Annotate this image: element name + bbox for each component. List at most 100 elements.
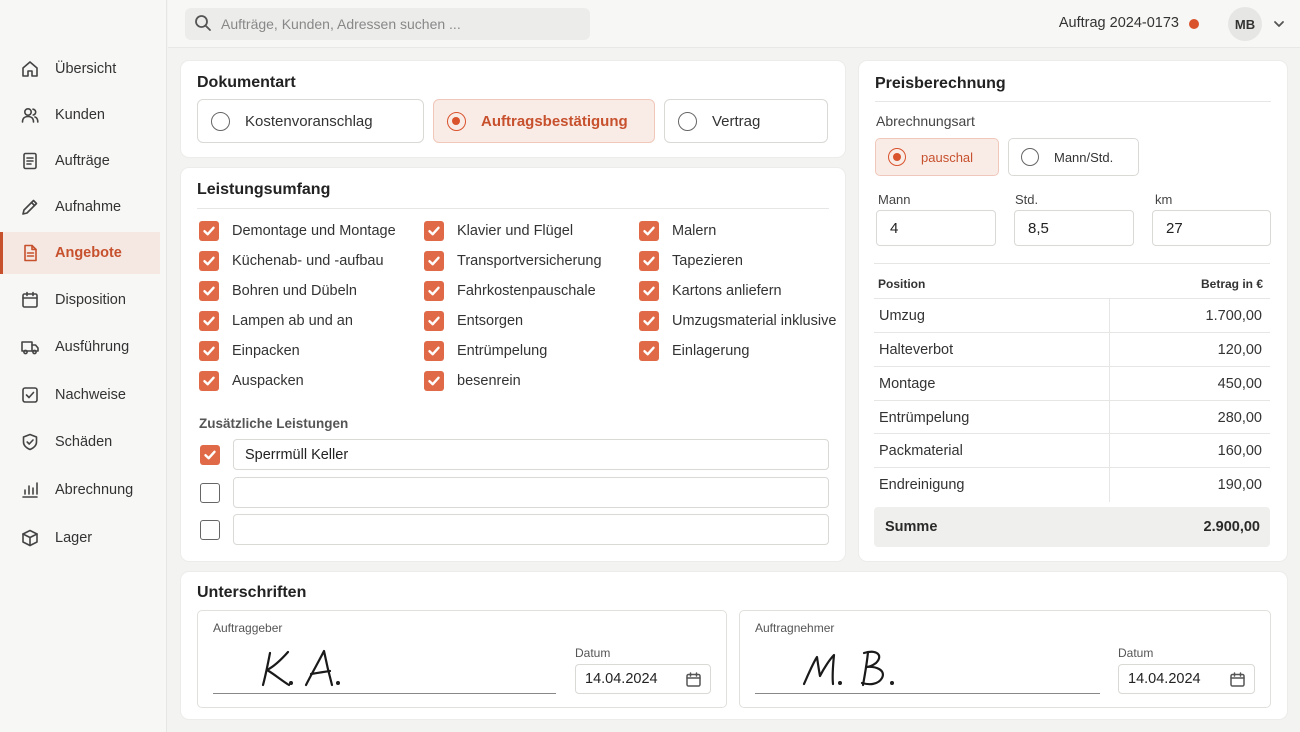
document-icon [20,151,40,171]
sidebar-item-ausfuehrung[interactable]: Ausführung [0,326,160,368]
row-amount: 190,00 [1217,477,1262,493]
table-row: Entrümpelung 280,00 [874,400,1270,435]
date-input-auftragnehmer[interactable]: 14.04.2024 [1118,664,1255,694]
table-row: Endreinigung 190,00 [874,467,1270,502]
checkbox-checked [639,221,659,241]
sidebar-item-lager[interactable]: Lager [0,517,160,559]
date-value: 14.04.2024 [585,671,658,687]
search-icon [194,14,212,35]
checkbox-malern[interactable]: Malern [639,221,716,241]
checkbox-checked [199,281,219,301]
mann-input[interactable] [876,210,996,246]
checkbox-entruempelung[interactable]: Entrümpelung [424,341,547,361]
additional-service-input-3[interactable] [233,514,829,545]
checkbox-lampen[interactable]: Lampen ab und an [199,311,353,331]
km-label: km [1155,192,1173,207]
checkbox-label: Transportversicherung [457,253,602,269]
checkbox-auspacken[interactable]: Auspacken [199,371,304,391]
additional-service-input-2[interactable] [233,477,829,508]
std-input[interactable] [1014,210,1134,246]
checkbox-klavier[interactable]: Klavier und Flügel [424,221,573,241]
date-input-auftraggeber[interactable]: 14.04.2024 [575,664,711,694]
row-amount: 120,00 [1217,342,1262,358]
home-icon [20,59,40,79]
additional-checkbox-1[interactable] [200,445,220,465]
divider [875,101,1271,102]
sidebar-item-label: Ausführung [55,339,130,355]
checkbox-checked [639,251,659,271]
signature-label: Auftraggeber [213,621,283,635]
checkbox-checked [199,341,219,361]
checkbox-checked [639,281,659,301]
checkbox-checked [199,311,219,331]
checkbox-fahrkosten[interactable]: Fahrkostenpauschale [424,281,596,301]
column-header-position: Position [878,277,926,291]
additional-service-input-1[interactable] [233,439,829,470]
radio-button [678,111,697,131]
chevron-down-icon[interactable] [1272,17,1286,31]
option-mann-std[interactable]: Mann/Std. [1008,138,1139,176]
checkbox-label: Fahrkostenpauschale [457,283,596,299]
signature-line [213,693,556,694]
sidebar-item-angebote[interactable]: Angebote [0,232,160,274]
sidebar-item-label: Nachweise [55,387,126,403]
checkbox-label: Einpacken [232,343,300,359]
checkbox-umzugsmaterial[interactable]: Umzugsmaterial inklusive [639,311,836,331]
signature-box-auftraggeber[interactable]: Auftraggeber Datum 14.04.2024 [197,610,727,708]
checkbox-demontage[interactable]: Demontage und Montage [199,221,396,241]
bar-chart-icon [20,480,40,500]
signature-box-auftragnehmer[interactable]: Auftragnehmer Datum 14.04.2024 [739,610,1271,708]
checkbox-transportversicherung[interactable]: Transportversicherung [424,251,602,271]
radio-button-selected [888,148,906,166]
sidebar-item-schaeden[interactable]: Schäden [0,421,160,463]
divider [197,208,829,209]
checkbox-label: Lampen ab und an [232,313,353,329]
sidebar-item-kunden[interactable]: Kunden [0,94,160,136]
sum-label: Summe [885,519,938,535]
topbar: Auftrag 2024-0173 MB [168,0,1300,48]
sidebar-item-disposition[interactable]: Disposition [0,279,160,321]
checkbox-besenrein[interactable]: besenrein [424,371,521,391]
additional-checkbox-3[interactable] [200,520,220,540]
option-pauschal[interactable]: pauschal [875,138,999,176]
calendar-icon[interactable] [685,671,702,688]
calendar-icon [20,290,40,310]
sidebar-item-abrechnung[interactable]: Abrechnung [0,469,160,511]
checkbox-entsorgen[interactable]: Entsorgen [424,311,523,331]
radio-button [1021,148,1039,166]
date-value: 14.04.2024 [1128,671,1201,687]
sidebar-item-aufnahme[interactable]: Aufnahme [0,186,160,228]
checkbox-kueche[interactable]: Küchenab- und -aufbau [199,251,384,271]
checkbox-label: Kartons anliefern [672,283,782,299]
checkbox-bohren[interactable]: Bohren und Dübeln [199,281,357,301]
additional-checkbox-2[interactable] [200,483,220,503]
avatar[interactable]: MB [1228,7,1262,41]
checkbox-tapezieren[interactable]: Tapezieren [639,251,743,271]
section-title: Preisberechnung [875,75,1006,92]
sidebar-item-auftraege[interactable]: Aufträge [0,140,160,182]
radio-button-selected [447,111,466,131]
search-bar[interactable] [185,8,590,40]
sidebar-item-label: Abrechnung [55,482,134,498]
row-position: Packmaterial [879,443,963,459]
checkbox-einlagerung[interactable]: Einlagerung [639,341,749,361]
row-amount: 160,00 [1217,443,1262,459]
option-auftragsbestaetigung[interactable]: Auftragsbestätigung [433,99,655,143]
sidebar-item-label: Lager [55,530,93,546]
sidebar-item-nachweise[interactable]: Nachweise [0,374,160,416]
users-icon [20,105,40,125]
row-position: Montage [879,376,936,392]
checkbox-kartons[interactable]: Kartons anliefern [639,281,782,301]
checkbox-checked [199,221,219,241]
km-input[interactable] [1152,210,1271,246]
section-title: Leistungsumfang [197,181,331,198]
sidebar-item-uebersicht[interactable]: Übersicht [0,48,160,90]
calendar-icon[interactable] [1229,671,1246,688]
option-kostenvoranschlag[interactable]: Kostenvoranschlag [197,99,424,143]
checkbox-label: Malern [672,223,717,239]
search-input[interactable] [221,16,581,32]
checkbox-einpacken[interactable]: Einpacken [199,341,300,361]
box-icon [20,528,40,548]
checkbox-checked [424,281,444,301]
option-vertrag[interactable]: Vertrag [664,99,828,143]
